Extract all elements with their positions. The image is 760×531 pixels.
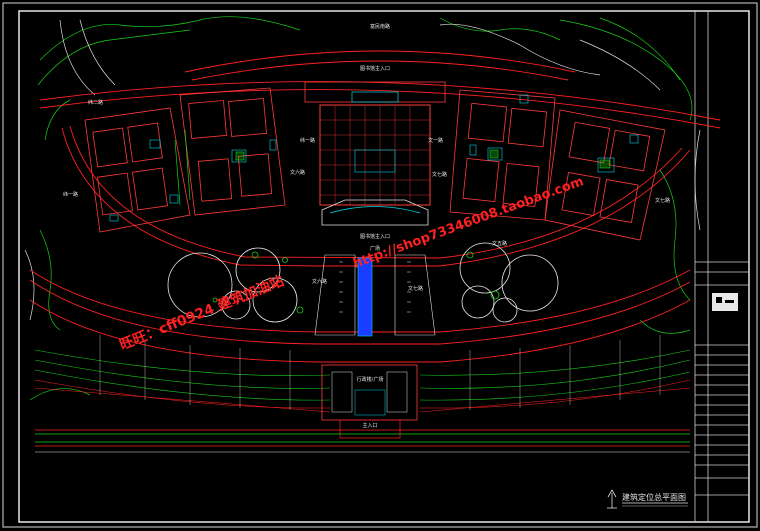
road-east-1-label: 文一路 xyxy=(428,137,443,144)
vertical-grid-lines xyxy=(99,335,661,410)
road-east-2-label: 文七路 xyxy=(432,171,447,178)
watermark-shop-url: http://shop73346008.taobao.com xyxy=(351,174,586,272)
logo-icon xyxy=(712,293,738,311)
road-west-2-label: 纬二路 xyxy=(88,99,103,106)
road-center-1-label: 纬一路 xyxy=(300,137,315,144)
top-road-label: 富民南路 xyxy=(370,23,390,30)
inner-border xyxy=(18,10,750,523)
west-buildings xyxy=(84,87,286,233)
road-wen6-label: 文六路 xyxy=(290,169,305,176)
lower-green-bands xyxy=(34,349,691,401)
central-axis xyxy=(314,254,436,337)
south-building xyxy=(321,364,418,421)
north-entrance-label: 图书馆主入口 xyxy=(360,65,390,72)
title-block xyxy=(694,11,749,522)
road-east-3-label: 文七路 xyxy=(655,197,670,204)
site-plan-svg: 富民南路 图书馆主入口 图书馆主入口 广场 纬二路 纬一路 纬一路 文一路 文七… xyxy=(2,2,758,528)
lower-red-bands xyxy=(34,379,691,413)
central-library xyxy=(304,81,446,226)
cad-drawing-canvas: 富民南路 图书馆主入口 图书馆主入口 广场 纬二路 纬一路 纬一路 文一路 文七… xyxy=(0,0,760,531)
plaza-entrance-label: 图书馆主入口 xyxy=(360,233,390,240)
north-arrow-icon xyxy=(607,489,617,509)
main-entrance-label: 主入口 xyxy=(362,422,377,429)
drawing-title-group: 建筑定位总平面图 xyxy=(607,489,688,509)
outer-border xyxy=(2,2,758,528)
watermark-wangwang: 旺旺：cff0924 建筑加油站 xyxy=(117,272,286,353)
south-building-label: 行政楼/广场 xyxy=(357,376,384,383)
road-wen5-label: 文五路 xyxy=(492,240,507,247)
drawing-title: 建筑定位总平面图 xyxy=(622,492,686,502)
road-wen6b-label: 文六路 xyxy=(312,278,327,285)
road-wen7c-label: 文七路 xyxy=(408,285,423,292)
road-west-1-label: 纬一路 xyxy=(63,191,78,198)
west-details-green xyxy=(174,129,245,206)
